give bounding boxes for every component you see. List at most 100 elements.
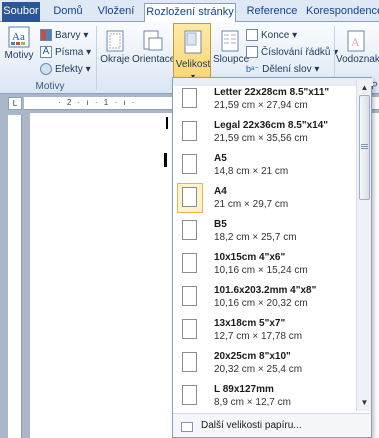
barvy-button[interactable]: Barvy ▾ bbox=[40, 28, 88, 42]
page-size-text: A5 14,8 cm × 21 cm bbox=[214, 153, 288, 177]
page-size-name: 20x25cm 8"x10" bbox=[214, 351, 291, 362]
barvy-label: Barvy ▾ bbox=[55, 29, 89, 41]
hyphenation-icon: bᵃ⁻ bbox=[246, 63, 260, 74]
page-size-option[interactable]: Legal 22x36cm 8.5"x14" 21,59 cm × 35,56 c… bbox=[174, 115, 355, 152]
page-setup-icon bbox=[181, 422, 193, 432]
vodoznak-label: Vodoznak bbox=[336, 54, 379, 65]
page-size-dimensions: 18,2 cm × 25,7 cm bbox=[214, 232, 297, 243]
paper-icon bbox=[182, 319, 197, 339]
paper-icon bbox=[182, 187, 197, 207]
colors-icon bbox=[40, 29, 52, 41]
page-size-option[interactable]: 10x15cm 4"x6" 10,16 cm × 15,24 cm bbox=[174, 247, 355, 284]
page-size-text: B5 18,2 cm × 25,7 cm bbox=[214, 219, 297, 243]
page-size-dimensions: 21 cm × 29,7 cm bbox=[214, 199, 289, 210]
page-size-name: 10x15cm 4"x6" bbox=[214, 252, 286, 263]
cislovani-label: Číslování řádků ▾ bbox=[261, 46, 339, 58]
motivy-button[interactable]: Aa Motivy bbox=[4, 26, 34, 61]
page-size-dimensions: 14,8 cm × 21 cm bbox=[214, 166, 289, 177]
page-size-text: 13x18cm 5"x7" 12,7 cm × 17,78 cm bbox=[214, 318, 302, 342]
ruler-marks: · 2 · ı · 1 · ı · bbox=[58, 98, 137, 107]
efekty-button[interactable]: Efekty ▾ bbox=[40, 62, 91, 76]
page-size-dimensions: 10,16 cm × 15,24 cm bbox=[214, 265, 308, 276]
page-size-name: A5 bbox=[214, 153, 227, 164]
page-size-dropdown: Letter 22x28cm 8.5"x11" 21,59 cm × 27,94 … bbox=[172, 77, 373, 438]
velikost-label: Velikost bbox=[175, 59, 211, 70]
sloupce-label: Sloupce bbox=[213, 54, 250, 65]
vodoznak-button[interactable]: A Vodoznak bbox=[336, 30, 379, 65]
paper-icon bbox=[182, 121, 197, 141]
paper-icon bbox=[182, 253, 197, 273]
ribbon-tab-bar: Soubor Domů Vložení Rozložení stránky Re… bbox=[0, 0, 379, 23]
page-size-option[interactable]: 101.6x203.2mm 4"x8" 10,16 cm × 20,32 cm bbox=[174, 280, 355, 317]
group-label-motivy: Motivy bbox=[35, 81, 65, 92]
columns-icon bbox=[221, 30, 239, 52]
breaks-icon bbox=[246, 29, 258, 41]
page-size-text: L 89x127mm 8,9 cm × 12,7 cm bbox=[214, 384, 291, 408]
page-size-option[interactable]: 13x18cm 5"x7" 12,7 cm × 17,78 cm bbox=[174, 313, 355, 350]
effects-icon bbox=[40, 63, 52, 75]
konce-label: Konce ▾ bbox=[261, 29, 298, 41]
paper-icon bbox=[182, 286, 197, 306]
pisma-button[interactable]: A Písma ▾ bbox=[40, 45, 91, 59]
tab-domu[interactable]: Domů bbox=[50, 3, 86, 22]
cislovani-radku-button[interactable]: Číslování řádků ▾ bbox=[246, 45, 338, 59]
okraje-button[interactable]: Okraje bbox=[100, 30, 130, 65]
page-size-option[interactable]: A5 14,8 cm × 21 cm bbox=[174, 148, 355, 185]
page-size-option[interactable]: L 89x127mm 8,9 cm × 12,7 cm bbox=[174, 379, 355, 416]
page-size-text: 101.6x203.2mm 4"x8" 10,16 cm × 20,32 cm bbox=[214, 285, 316, 309]
orientace-label: Orientace bbox=[132, 54, 176, 65]
margins-icon bbox=[106, 30, 124, 52]
sloupce-button[interactable]: Sloupce bbox=[213, 30, 250, 65]
scroll-up-icon[interactable]: ▲ bbox=[359, 82, 370, 93]
page-size-name: A4 bbox=[214, 186, 227, 197]
watermark-icon: A bbox=[347, 30, 365, 52]
text-mark bbox=[164, 153, 167, 167]
separator bbox=[96, 26, 97, 90]
page-size-option[interactable]: B5 18,2 cm × 25,7 cm bbox=[174, 214, 355, 251]
text-cursor bbox=[166, 117, 168, 129]
tab-selector[interactable]: L bbox=[8, 97, 22, 110]
paper-icon bbox=[182, 154, 197, 174]
konce-button[interactable]: Konce ▾ bbox=[246, 28, 297, 42]
page-size-option[interactable]: 20x25cm 8"x10" 20,32 cm × 25,4 cm bbox=[174, 346, 355, 383]
paper-icon bbox=[182, 352, 197, 372]
page-size-option[interactable]: Letter 22x28cm 8.5"x11" 21,59 cm × 27,94 … bbox=[174, 82, 355, 119]
page-size-name: Letter 22x28cm 8.5"x11" bbox=[214, 87, 330, 98]
page-size-dimensions: 20,32 cm × 25,4 cm bbox=[214, 364, 303, 375]
vertical-ruler[interactable] bbox=[8, 115, 22, 438]
motivy-label: Motivy bbox=[4, 50, 34, 61]
okraje-label: Okraje bbox=[100, 54, 130, 65]
tab-rozlozeni-stranky[interactable]: Rozložení stránky bbox=[144, 3, 236, 23]
efekty-label: Efekty ▾ bbox=[55, 63, 91, 75]
scroll-down-icon[interactable]: ▼ bbox=[359, 397, 370, 408]
pisma-label: Písma ▾ bbox=[55, 46, 92, 58]
tab-korespondence[interactable]: Korespondence bbox=[306, 3, 379, 22]
svg-text:A: A bbox=[351, 35, 360, 49]
paper-icon bbox=[182, 88, 197, 108]
page-size-name: 13x18cm 5"x7" bbox=[214, 318, 286, 329]
orientace-button[interactable]: Orientace bbox=[132, 30, 176, 65]
page-size-name: B5 bbox=[214, 219, 227, 230]
deleni-slov-button[interactable]: bᵃ⁻ Dělení slov ▾ bbox=[246, 62, 319, 76]
page-size-text: 10x15cm 4"x6" 10,16 cm × 15,24 cm bbox=[214, 252, 308, 276]
page-size-dimensions: 21,59 cm × 35,56 cm bbox=[214, 133, 308, 144]
more-paper-sizes-label: Další velikosti papíru... bbox=[201, 420, 302, 431]
paper-icon bbox=[182, 385, 197, 405]
themes-icon: Aa bbox=[8, 26, 30, 48]
page-size-dimensions: 8,9 cm × 12,7 cm bbox=[214, 397, 291, 408]
page-size-dimensions: 10,16 cm × 20,32 cm bbox=[214, 298, 308, 309]
deleni-label: Dělení slov ▾ bbox=[262, 63, 320, 75]
tab-vlozeni[interactable]: Vložení bbox=[94, 3, 138, 22]
more-paper-sizes[interactable]: Další velikosti papíru... bbox=[173, 413, 371, 437]
svg-text:Aa: Aa bbox=[12, 31, 25, 43]
dropdown-scrollbar[interactable]: ▲ ▼ bbox=[356, 80, 371, 411]
line-numbers-icon bbox=[246, 46, 258, 58]
fonts-icon: A bbox=[40, 46, 52, 58]
page-size-name: Legal 22x36cm 8.5"x14" bbox=[214, 120, 329, 131]
page-size-dimensions: 12,7 cm × 17,78 cm bbox=[214, 331, 303, 342]
orientation-icon bbox=[143, 30, 163, 51]
tab-reference[interactable]: Reference bbox=[242, 3, 302, 22]
tab-soubor[interactable]: Soubor bbox=[2, 2, 40, 22]
page-size-option[interactable]: A4 21 cm × 29,7 cm bbox=[174, 181, 355, 218]
page-size-name: 101.6x203.2mm 4"x8" bbox=[214, 285, 317, 296]
